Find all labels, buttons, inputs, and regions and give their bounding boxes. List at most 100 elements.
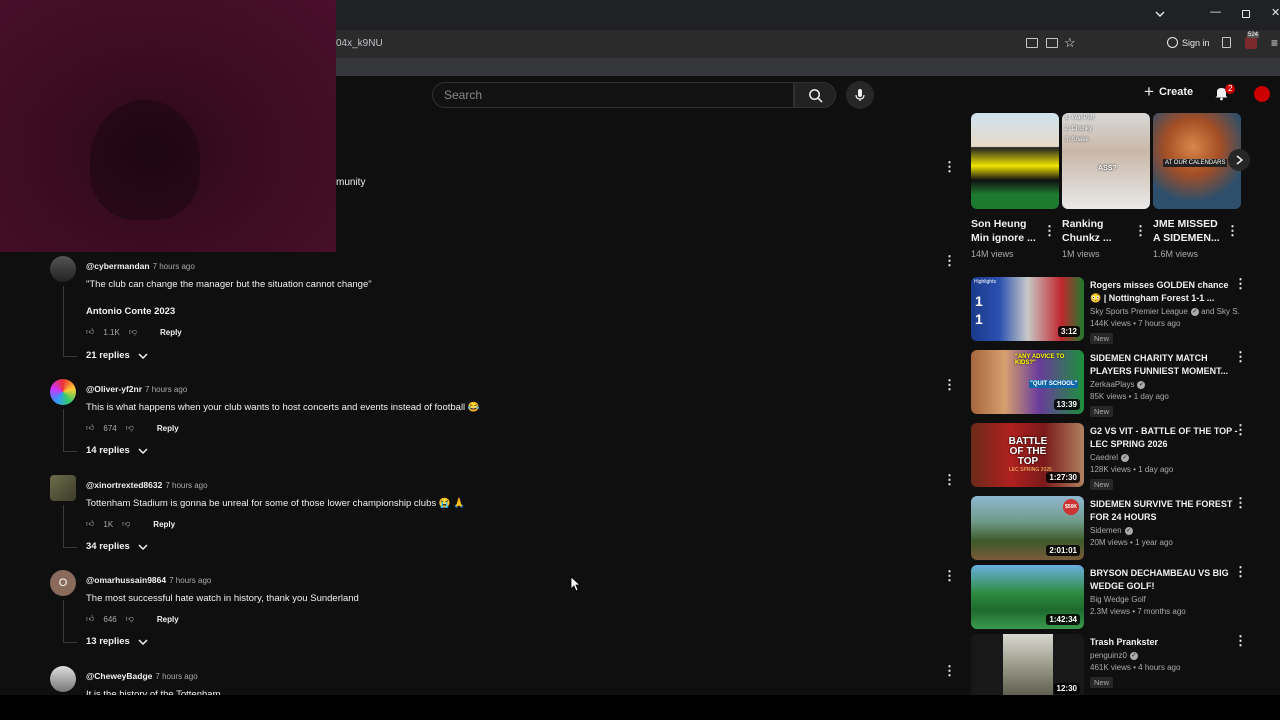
plus-icon: +	[1144, 82, 1154, 101]
video-item[interactable]: 12:30 Trash Prankster penguinz0 ✓ 461K vi…	[971, 634, 1247, 700]
short-thumbnail[interactable]	[971, 113, 1059, 209]
video-title[interactable]: Rogers misses GOLDEN chance 😳 | Nottingh…	[1090, 279, 1240, 305]
comment-time[interactable]: 7 hours ago	[145, 385, 187, 394]
video-title[interactable]: SIDEMEN SURVIVE THE FOREST FOR 24 HOURS	[1090, 498, 1240, 524]
sign-in-button[interactable]: Sign in	[1182, 38, 1210, 48]
dislike-icon[interactable]: 👎︎	[129, 327, 137, 337]
comment-menu-icon[interactable]: ⋮	[943, 254, 956, 267]
reply-button[interactable]: Reply	[157, 424, 179, 433]
search-button[interactable]	[794, 82, 836, 108]
like-icon[interactable]: 👍︎	[86, 614, 94, 624]
video-title[interactable]: BRYSON DECHAMBEAU VS BIG WEDGE GOLF!	[1090, 567, 1240, 593]
view-replies-button[interactable]: 21 replies	[86, 350, 148, 361]
video-menu-icon[interactable]: ⋮	[1234, 350, 1247, 363]
chevron-right-icon	[1236, 155, 1243, 165]
video-menu-icon[interactable]: ⋮	[1234, 565, 1247, 578]
reply-button[interactable]: Reply	[153, 520, 175, 529]
short-menu-icon[interactable]: ⋮	[1043, 224, 1056, 237]
reply-button[interactable]: Reply	[160, 328, 182, 337]
profile-icon[interactable]	[1167, 37, 1178, 48]
video-thumbnail[interactable]: Highlights 1 1 3:12	[971, 277, 1084, 341]
video-thumbnail[interactable]: BATTLE OF THE TOP LEC SPRING 2026 1:27:3…	[971, 423, 1084, 487]
avatar[interactable]: O	[50, 570, 76, 596]
video-menu-icon[interactable]: ⋮	[1234, 423, 1247, 436]
account-avatar[interactable]	[1254, 86, 1270, 102]
like-count: 674	[103, 423, 117, 433]
video-duration: 1:27:30	[1046, 472, 1080, 483]
dislike-icon[interactable]: 👎︎	[122, 519, 130, 529]
channel-name[interactable]: ZerkaaPlays	[1090, 380, 1134, 389]
channel-name[interactable]: Sidemen	[1090, 526, 1122, 535]
dislike-icon[interactable]: 👎︎	[126, 614, 134, 624]
video-title[interactable]: G2 VS VIT - BATTLE OF THE TOP - LEC SPRI…	[1090, 425, 1240, 451]
video-menu-icon[interactable]: ⋮	[1234, 277, 1247, 290]
video-thumbnail[interactable]: "ANY ADVICE TO KIDS?" "QUIT SCHOOL" 13:3…	[971, 350, 1084, 414]
ublock-icon[interactable]	[1245, 37, 1257, 49]
comment-time[interactable]: 7 hours ago	[155, 672, 197, 681]
comment-time[interactable]: 7 hours ago	[165, 481, 207, 490]
star-icon[interactable]: ☆	[1064, 35, 1076, 51]
comment-author[interactable]: @Oliver-yf2nr	[86, 384, 142, 394]
comment-menu-icon[interactable]: ⋮	[943, 664, 956, 677]
comment-author[interactable]: @CheweyBadge	[86, 671, 152, 681]
next-shorts-button[interactable]	[1228, 149, 1250, 171]
video-menu-icon[interactable]: ⋮	[1234, 496, 1247, 509]
channel-name-2[interactable]: and Sky S...	[1201, 307, 1240, 316]
channel-name[interactable]: Caedrel	[1090, 453, 1118, 462]
comment-author[interactable]: @xinortrexted8632	[86, 480, 162, 490]
comment-menu-icon[interactable]: ⋮	[943, 569, 956, 582]
video-item[interactable]: 1:42:34 BRYSON DECHAMBEAU VS BIG WEDGE G…	[971, 565, 1247, 631]
minimize-icon[interactable]: —	[1210, 6, 1221, 18]
comment-time[interactable]: 7 hours ago	[169, 576, 211, 585]
video-item[interactable]: "ANY ADVICE TO KIDS?" "QUIT SCHOOL" 13:3…	[971, 350, 1247, 417]
comment-menu-icon[interactable]: ⋮	[943, 378, 956, 391]
avatar[interactable]	[50, 666, 76, 692]
short-thumbnail[interactable]: 1. Wal Puff 2. Chunky 3. Snake ASS?	[1062, 113, 1150, 209]
video-thumbnail[interactable]: 12:30	[971, 634, 1084, 698]
close-icon[interactable]: ✕	[1271, 6, 1280, 19]
voice-search-button[interactable]	[846, 81, 874, 109]
create-button[interactable]: + Create	[1144, 82, 1193, 101]
avatar[interactable]	[50, 475, 76, 501]
picture-in-picture-icon[interactable]	[1046, 38, 1058, 48]
url-text[interactable]: 04x_k9NU	[336, 38, 383, 49]
like-icon[interactable]: 👍︎	[86, 327, 94, 337]
avatar[interactable]	[50, 256, 76, 282]
comment-menu-icon[interactable]: ⋮	[943, 473, 956, 486]
like-icon[interactable]: 👍︎	[86, 423, 94, 433]
short-title[interactable]: Ranking Chunkz ...	[1062, 217, 1134, 245]
video-title[interactable]: SIDEMEN CHARITY MATCH PLAYERS FUNNIEST M…	[1090, 352, 1240, 378]
short-title[interactable]: JME MISSED A SIDEMEN...	[1153, 217, 1225, 245]
more-options-icon[interactable]: ⋮	[943, 160, 956, 173]
video-item[interactable]: BATTLE OF THE TOP LEC SPRING 2026 1:27:3…	[971, 423, 1247, 490]
video-thumbnail[interactable]: $50K 2:01:01	[971, 496, 1084, 560]
cast-icon[interactable]	[1026, 38, 1038, 48]
search-input[interactable]: Search	[432, 82, 794, 108]
channel-name[interactable]: Sky Sports Premier League	[1090, 307, 1188, 316]
view-replies-button[interactable]: 14 replies	[86, 445, 148, 456]
reply-button[interactable]: Reply	[157, 615, 179, 624]
like-icon[interactable]: 👍︎	[86, 519, 94, 529]
dislike-icon[interactable]: 👎︎	[126, 423, 134, 433]
video-title[interactable]: Trash Prankster	[1090, 636, 1240, 649]
video-thumbnail[interactable]: 1:42:34	[971, 565, 1084, 629]
channel-name[interactable]: penguinz0	[1090, 651, 1127, 660]
channel-name[interactable]: Big Wedge Golf	[1090, 595, 1146, 604]
view-replies-button[interactable]: 34 replies	[86, 541, 148, 552]
comment-time[interactable]: 7 hours ago	[153, 262, 195, 271]
video-item[interactable]: Highlights 1 1 3:12 Rogers misses GOLDEN…	[971, 277, 1247, 344]
chevron-down-icon[interactable]	[1154, 8, 1166, 23]
extension-icon[interactable]	[1222, 37, 1231, 48]
short-menu-icon[interactable]: ⋮	[1226, 224, 1239, 237]
browser-menu-icon[interactable]: ≡	[1271, 36, 1278, 50]
avatar[interactable]	[50, 379, 76, 405]
video-menu-icon[interactable]: ⋮	[1234, 634, 1247, 647]
maximize-icon[interactable]	[1242, 10, 1250, 18]
short-menu-icon[interactable]: ⋮	[1134, 224, 1147, 237]
comment-author[interactable]: @omarhussain9864	[86, 575, 166, 585]
video-item[interactable]: $50K 2:01:01 SIDEMEN SURVIVE THE FOREST …	[971, 496, 1247, 562]
view-replies-button[interactable]: 13 replies	[86, 636, 148, 647]
comment-author[interactable]: @cybermandan	[86, 261, 150, 271]
short-title[interactable]: Son Heung Min ignore ...	[971, 217, 1043, 245]
partial-text: munity	[336, 177, 366, 188]
